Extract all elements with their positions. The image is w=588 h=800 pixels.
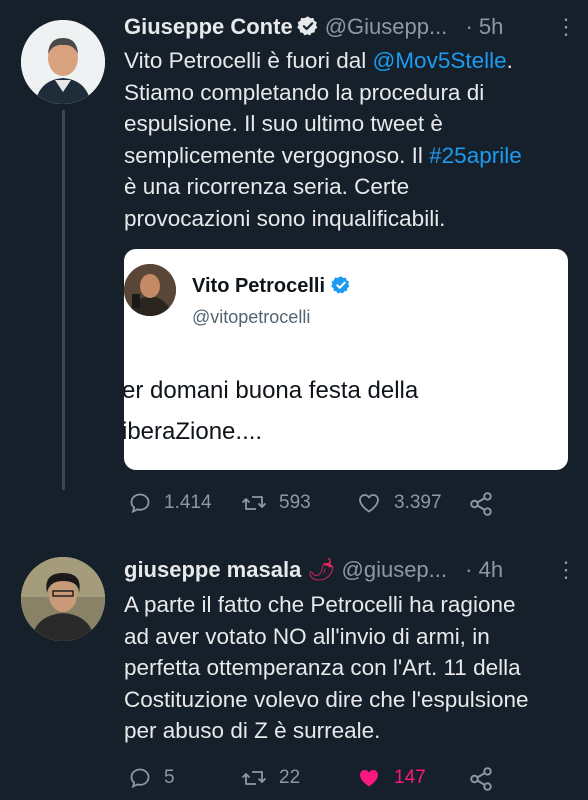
timestamp[interactable]: 4h <box>479 557 503 582</box>
quoted-text: er domani buona festa della iberaZione..… <box>124 377 419 445</box>
text-segment: Vito Petrocelli è fuori dal <box>124 48 373 73</box>
quoted-name-text: Vito Petrocelli <box>192 275 326 297</box>
retweet-count: 593 <box>279 492 311 513</box>
tweet-text: Vito Petrocelli è fuori dal @Mov5Stelle.… <box>124 45 522 234</box>
tweet-header: giuseppe masala 🌶 @giusep... · 4h <box>124 557 503 583</box>
avatar[interactable] <box>21 557 105 641</box>
more-icon[interactable]: ⋮ <box>555 14 578 40</box>
hashtag-link[interactable]: #25aprile <box>429 143 522 168</box>
reply-count: 1.414 <box>164 492 212 513</box>
action-bar: 1.414 593 3.397 <box>128 491 528 519</box>
timestamp[interactable]: 5h <box>479 14 503 39</box>
tweet-header: Giuseppe Conte @Giusepp... · 5h <box>124 14 503 43</box>
thread-line <box>62 110 65 490</box>
retweet-button[interactable]: 22 <box>241 766 300 790</box>
share-button[interactable] <box>468 491 494 517</box>
author-handle[interactable]: @giusep... <box>342 557 448 582</box>
verified-badge-icon <box>296 15 319 43</box>
quoted-avatar <box>124 264 176 316</box>
like-button[interactable]: 147 <box>356 766 426 790</box>
like-count: 147 <box>394 767 426 788</box>
retweet-button[interactable]: 593 <box>241 491 311 515</box>
share-button[interactable] <box>468 766 494 792</box>
retweet-icon <box>241 766 267 790</box>
reply-button[interactable]: 5 <box>128 766 175 790</box>
share-icon <box>468 766 494 792</box>
reply-icon <box>128 766 152 790</box>
mention-link[interactable]: @Mov5Stelle <box>372 48 506 73</box>
action-bar: 5 22 147 <box>128 766 528 794</box>
quoted-tweet[interactable]: Vito Petrocelli @vitopetrocelli er doman… <box>124 249 568 470</box>
chili-emoji: 🌶 <box>307 557 336 582</box>
avatar[interactable] <box>21 20 105 104</box>
retweet-count: 22 <box>279 767 301 788</box>
author-handle[interactable]: @Giusepp... <box>325 14 448 39</box>
like-icon <box>356 766 382 790</box>
quoted-author-handle: @vitopetrocelli <box>192 307 311 327</box>
separator-dot: · <box>465 557 473 582</box>
retweet-icon <box>241 491 267 515</box>
reply-icon <box>128 491 152 515</box>
separator-dot: · <box>465 14 473 39</box>
like-icon <box>356 491 382 515</box>
reply-button[interactable]: 1.414 <box>128 491 212 515</box>
more-icon[interactable]: ⋮ <box>555 557 578 583</box>
reply-count: 5 <box>164 767 175 788</box>
like-count: 3.397 <box>394 492 442 513</box>
author-name[interactable]: Giuseppe Conte <box>124 14 293 39</box>
like-button[interactable]: 3.397 <box>356 491 442 515</box>
verified-badge-icon <box>331 275 351 301</box>
text-segment: è una ricorrenza seria. Certe provocazio… <box>124 174 446 231</box>
author-name[interactable]: giuseppe masala <box>124 557 301 582</box>
share-icon <box>468 491 494 517</box>
quoted-author-name: Vito Petrocelli <box>192 275 357 301</box>
tweet-text: A parte il fatto che Petrocelli ha ragio… <box>124 592 529 743</box>
